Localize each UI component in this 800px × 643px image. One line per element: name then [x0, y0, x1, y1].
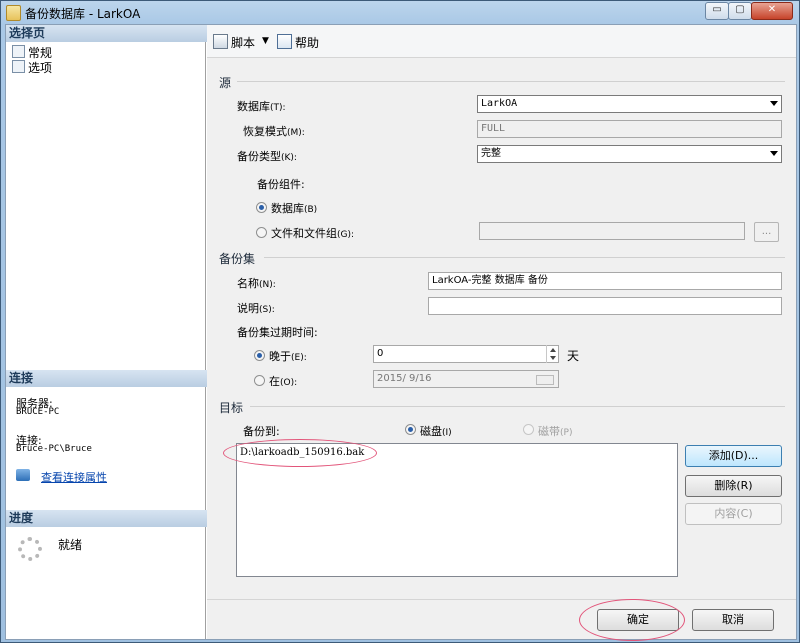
- page-icon: [12, 45, 25, 58]
- ok-button[interactable]: 确定: [597, 609, 679, 631]
- window-title: 备份数据库 - LarkOA: [25, 7, 141, 21]
- calendar-dropdown-icon: [536, 375, 554, 385]
- recovery-model-label: 恢复模式(M):: [243, 125, 305, 138]
- minimize-button[interactable]: ▭: [705, 2, 729, 20]
- source-group-divider: [237, 81, 785, 82]
- days-spinner-arrows-icon[interactable]: [546, 345, 558, 363]
- source-group-label: 源: [219, 76, 232, 90]
- files-filegroups-field: [479, 222, 745, 240]
- cancel-button[interactable]: 取消: [692, 609, 774, 631]
- expire-after-label: 晚于(E):: [269, 350, 307, 363]
- days-unit-label: 天: [567, 349, 580, 363]
- remove-destination-button[interactable]: 删除(R): [685, 475, 782, 497]
- chevron-down-icon: [770, 151, 778, 156]
- description-input[interactable]: [428, 297, 782, 315]
- backup-name-label: 名称(N):: [237, 277, 276, 290]
- connection-header: 连接: [6, 370, 208, 387]
- backup-to-disk-label: 磁盘(I): [420, 425, 452, 438]
- backup-name-input[interactable]: LarkOA-完整 数据库 备份: [428, 272, 782, 290]
- destination-file-list[interactable]: D:\larkoadb_150916.bak: [236, 443, 678, 577]
- chevron-down-icon: [770, 101, 778, 106]
- contents-button: 内容(C): [685, 503, 782, 525]
- description-label: 说明(S):: [237, 302, 275, 315]
- expiration-label: 备份集过期时间:: [237, 326, 318, 339]
- select-page-header: 选择页: [6, 25, 208, 42]
- component-database-label: 数据库(B): [271, 202, 318, 215]
- backup-set-group-divider: [264, 257, 785, 258]
- help-icon: [277, 34, 292, 49]
- destination-group-divider: [250, 406, 785, 407]
- expire-on-radio[interactable]: [254, 375, 265, 386]
- page-item-label: 常规: [28, 46, 53, 60]
- expire-after-days-input[interactable]: 0: [373, 345, 559, 363]
- script-label: 脚本: [231, 36, 256, 50]
- toolbar: 脚本 ▼ 帮助: [207, 25, 796, 58]
- backup-type-select[interactable]: 完整: [477, 145, 782, 163]
- server-value: BRUCE-PC: [16, 407, 60, 417]
- close-button[interactable]: ✕: [751, 2, 793, 20]
- footer-divider: [207, 599, 796, 600]
- backup-to-disk-radio[interactable]: [405, 424, 416, 435]
- destination-group-label: 目标: [219, 401, 244, 415]
- left-pane: 选择页 常规 选项 连接 服务器: BRUCE-PC 连接: Bruce-PC\…: [6, 25, 208, 639]
- database-label: 数据库(T):: [237, 100, 286, 113]
- expire-on-date-picker: 2015/ 9/16: [373, 370, 559, 388]
- add-destination-button[interactable]: 添加(D)...: [685, 445, 782, 467]
- backup-component-label: 备份组件:: [257, 178, 305, 191]
- component-files-radio[interactable]: [256, 227, 267, 238]
- progress-header: 进度: [6, 510, 208, 527]
- right-pane: 脚本 ▼ 帮助 源 数据库(T): LarkOA 恢复模式(M): FULL 备…: [207, 25, 796, 641]
- connection-value: Bruce-PC\Bruce: [16, 444, 92, 454]
- backup-to-tape-radio: [523, 424, 534, 435]
- view-connection-properties-link[interactable]: 查看连接属性: [41, 469, 107, 485]
- dialog-client-area: 选择页 常规 选项 连接 服务器: BRUCE-PC 连接: Bruce-PC\…: [5, 24, 797, 641]
- expire-on-label: 在(O):: [269, 375, 298, 388]
- help-label: 帮助: [295, 36, 320, 50]
- app-icon: [6, 5, 21, 21]
- connection-properties-icon: [16, 469, 30, 481]
- progress-status: 就绪: [58, 538, 83, 552]
- list-item[interactable]: D:\larkoadb_150916.bak: [240, 447, 364, 458]
- backup-set-group-label: 备份集: [219, 252, 256, 266]
- script-dropdown-arrow-icon[interactable]: ▼: [262, 36, 269, 46]
- page-icon: [12, 60, 25, 73]
- component-database-radio[interactable]: [256, 202, 267, 213]
- script-icon: [213, 34, 228, 49]
- database-select[interactable]: LarkOA: [477, 95, 782, 113]
- maximize-button[interactable]: ▢: [728, 2, 752, 20]
- expire-after-radio[interactable]: [254, 350, 265, 361]
- title-bar[interactable]: 备份数据库 - LarkOA ▭ ▢ ✕: [1, 1, 799, 23]
- backup-dialog-window: 备份数据库 - LarkOA ▭ ▢ ✕ 选择页 常规 选项 连接 服务器: B…: [0, 0, 800, 643]
- script-button[interactable]: 脚本: [213, 34, 255, 51]
- component-files-label: 文件和文件组(G):: [271, 227, 355, 240]
- page-item-label: 选项: [28, 61, 53, 75]
- backup-to-label: 备份到:: [243, 425, 280, 438]
- page-item-options[interactable]: 选项: [12, 59, 52, 76]
- backup-to-tape-label: 磁带(P): [538, 425, 573, 438]
- progress-spinner-icon: [18, 537, 42, 561]
- recovery-model-field: FULL: [477, 120, 782, 138]
- backup-type-label: 备份类型(K):: [237, 150, 297, 163]
- browse-files-button[interactable]: ...: [754, 222, 779, 242]
- help-button[interactable]: 帮助: [277, 34, 319, 51]
